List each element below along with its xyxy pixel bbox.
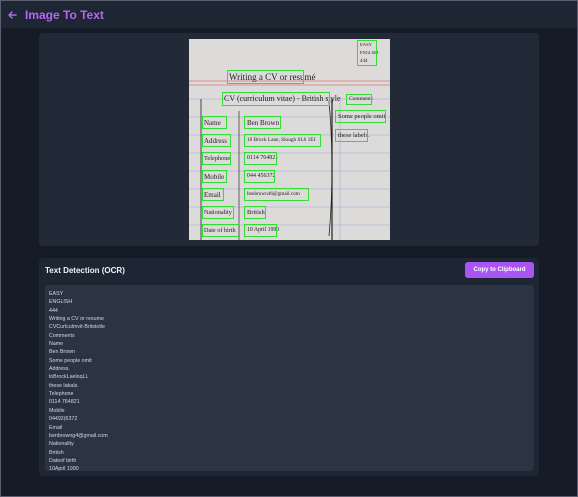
ocr-line: Ben Brown [49, 349, 75, 356]
detection-box [244, 170, 275, 183]
ocr-line: Dateof birth [49, 457, 77, 464]
ocr-line: Address. [49, 366, 70, 373]
detection-box [244, 116, 281, 129]
detection-box [202, 188, 224, 201]
ocr-line: ENGLISH [49, 299, 73, 306]
ocr-result-card: Text Detection (OCR) Copy to Clipboard E… [39, 258, 539, 476]
detection-box [346, 94, 372, 105]
ocr-line: loBrockLaeloqLL [49, 374, 89, 381]
ocr-section-title: Text Detection (OCR) [45, 266, 125, 275]
uploaded-image: EASY ENGLISH 444 Writing a CV or resumé … [189, 39, 390, 240]
top-bar: Image To Text [1, 1, 577, 28]
arrow-left-icon[interactable] [7, 10, 21, 20]
ocr-line: Name [49, 341, 64, 348]
ocr-line: Nationality [49, 441, 74, 448]
ocr-text-output[interactable]: EASY ENGLISH 444 Writing a CV or resume … [45, 285, 534, 473]
detection-box [202, 152, 231, 165]
detection-box [244, 224, 277, 237]
ocr-line: Email [49, 424, 63, 431]
detection-box [335, 110, 386, 123]
ocr-line: 444 [49, 307, 58, 314]
detection-box [202, 206, 234, 219]
ocr-line: 0114 764821 [49, 399, 80, 406]
ocr-line: Mobile [49, 407, 65, 414]
detection-box [335, 129, 368, 142]
detection-box [222, 92, 330, 106]
ocr-line: Comments [49, 332, 75, 339]
ocr-line: Writing a CV or resume [49, 316, 104, 323]
detection-box [244, 152, 277, 165]
ocr-line: benbrowng4@gmail.com [49, 432, 108, 439]
page-title: Image To Text [25, 7, 104, 22]
copy-to-clipboard-button[interactable]: Copy to Clipboard [465, 262, 534, 278]
ocr-line: 10April 1990 [49, 466, 79, 473]
ocr-line: CVCurlculmvit-Britstotle [49, 324, 105, 331]
ocr-line: Some people omit [49, 357, 92, 364]
detection-box [202, 116, 227, 129]
ocr-line: Telephone [49, 391, 74, 398]
ocr-line: these labals. [49, 382, 79, 389]
ocr-line: 04492(6372 [49, 416, 78, 423]
detection-box [244, 134, 321, 147]
ocr-line: EASY [49, 291, 64, 297]
detection-box [227, 70, 304, 84]
detection-box [202, 134, 231, 147]
ocr-line: British [49, 449, 64, 456]
image-preview-card: EASY ENGLISH 444 Writing a CV or resumé … [39, 33, 539, 246]
detection-box [357, 40, 377, 66]
detection-box [244, 206, 266, 219]
detection-box [202, 170, 227, 183]
detection-box [244, 188, 309, 201]
detection-box [202, 224, 240, 237]
